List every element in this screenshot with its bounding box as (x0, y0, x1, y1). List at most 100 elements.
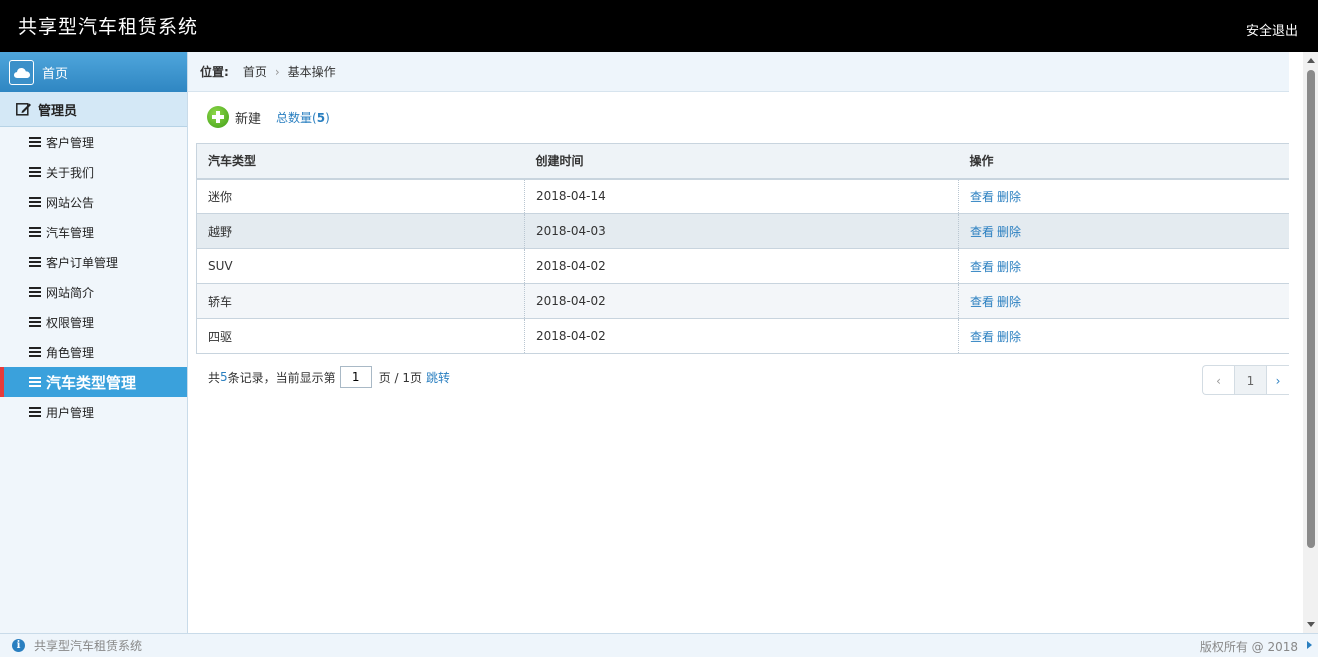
cell-date: 2018-04-02 (524, 248, 959, 284)
cell-actions: 查看 删除 (958, 318, 1289, 354)
view-link[interactable]: 查看 (970, 225, 994, 239)
page-button-1[interactable]: 1 (1235, 366, 1267, 394)
page-number-input[interactable] (339, 366, 372, 388)
sidebar-item-cars[interactable]: 汽车管理 (0, 217, 187, 247)
cell-date: 2018-04-14 (524, 178, 959, 214)
vertical-scrollbar[interactable] (1303, 52, 1318, 633)
footer-copyright: 版权所有 @ 2018 (1199, 640, 1298, 654)
sidebar-item-about[interactable]: 关于我们 (0, 157, 187, 187)
cell-type: 轿车 (196, 283, 525, 319)
cell-actions: 查看 删除 (958, 283, 1289, 319)
list-icon (29, 287, 41, 297)
total-count: 总数量(5) (276, 110, 330, 125)
list-icon (29, 227, 41, 237)
edit-icon (16, 103, 31, 116)
sidebar-item-label: 网站公告 (46, 195, 95, 210)
sidebar-item-label: 网站简介 (46, 285, 95, 300)
delete-link[interactable]: 删除 (997, 225, 1021, 239)
pager-current-prefix: 当前显示第 (275, 370, 336, 385)
pager-prefix: 共 (208, 370, 221, 385)
next-page-button[interactable]: › (1267, 366, 1289, 394)
cloud-icon (9, 59, 34, 85)
sidebar-group-admin[interactable]: 管理员 (0, 92, 187, 127)
pager-records-suffix: 条记录， (227, 370, 276, 385)
view-link[interactable]: 查看 (970, 260, 994, 274)
view-link[interactable]: 查看 (970, 190, 994, 204)
record-count: 5 (220, 370, 228, 384)
sidebar-menu: 客户管理 关于我们 网站公告 汽车管理 客户订单管理 网站简介 权限管理 角色管… (0, 127, 187, 427)
cell-type: 越野 (196, 213, 525, 249)
jump-link[interactable]: 跳转 (426, 369, 450, 386)
table-header-row: 汽车类型 创建时间 操作 (196, 143, 1289, 180)
sidebar-item-label: 汽车管理 (46, 225, 95, 240)
column-header-actions: 操作 (958, 143, 1289, 180)
sidebar-home[interactable]: 首页 (0, 52, 187, 92)
list-icon (29, 407, 41, 417)
logout-link[interactable]: 安全退出 (1246, 20, 1298, 39)
pager-info: 共5条记录， 当前显示第 页 / 1页 跳转 (208, 366, 450, 388)
table-row: 轿车 2018-04-02 查看 删除 (196, 283, 1289, 319)
sidebar-item-users[interactable]: 用户管理 (0, 397, 187, 427)
list-icon (29, 197, 41, 207)
arrow-right-icon[interactable] (1307, 641, 1312, 649)
cell-actions: 查看 删除 (958, 213, 1289, 249)
view-link[interactable]: 查看 (970, 330, 994, 344)
delete-link[interactable]: 删除 (997, 295, 1021, 309)
delete-link[interactable]: 删除 (997, 260, 1021, 274)
prev-page-button[interactable]: ‹ (1203, 366, 1235, 394)
toolbar: 新建 总数量(5) (207, 106, 330, 128)
table-row: 迷你 2018-04-14 查看 删除 (196, 178, 1289, 214)
pagination: ‹ 1 › (1202, 365, 1289, 395)
sidebar-item-car-types[interactable]: 汽车类型管理 (0, 367, 187, 397)
cell-actions: 查看 删除 (958, 178, 1289, 214)
app-title: 共享型汽车租赁系统 (18, 16, 199, 38)
table-row: SUV 2018-04-02 查看 删除 (196, 248, 1289, 284)
cell-date: 2018-04-02 (524, 318, 959, 354)
sidebar-item-notices[interactable]: 网站公告 (0, 187, 187, 217)
list-icon (29, 137, 41, 147)
delete-link[interactable]: 删除 (997, 330, 1021, 344)
info-icon: i (12, 639, 25, 652)
sidebar-item-label: 用户管理 (46, 405, 95, 420)
sidebar-item-label: 权限管理 (46, 315, 95, 330)
table-row: 四驱 2018-04-02 查看 删除 (196, 318, 1289, 354)
view-link[interactable]: 查看 (970, 295, 994, 309)
sidebar-item-site-intro[interactable]: 网站简介 (0, 277, 187, 307)
sidebar-item-label: 汽车类型管理 (46, 373, 137, 392)
cell-actions: 查看 删除 (958, 248, 1289, 284)
breadcrumb-home[interactable]: 首页 (243, 63, 267, 80)
add-button[interactable]: 新建 (207, 106, 276, 128)
main-content: 位置: 首页 › 基本操作 新建 总数量(5) 汽车类型 创建时间 操作 迷你 … (188, 52, 1289, 633)
scroll-down-arrow-icon[interactable] (1307, 622, 1315, 627)
sidebar: 首页 管理员 客户管理 关于我们 网站公告 汽车管理 客户订单管理 网站简介 权… (0, 52, 188, 633)
sidebar-item-label: 关于我们 (46, 165, 95, 180)
cell-date: 2018-04-03 (524, 213, 959, 249)
sidebar-item-label: 客户管理 (46, 135, 95, 150)
breadcrumb-current: 基本操作 (287, 65, 336, 79)
sidebar-item-roles[interactable]: 角色管理 (0, 337, 187, 367)
breadcrumb: 位置: 首页 › 基本操作 (188, 52, 1289, 92)
sidebar-item-customers[interactable]: 客户管理 (0, 127, 187, 157)
scroll-up-arrow-icon[interactable] (1307, 58, 1315, 63)
add-button-label: 新建 (235, 111, 262, 127)
sidebar-item-orders[interactable]: 客户订单管理 (0, 247, 187, 277)
pager-page-suffix: 页 / 1页 (378, 370, 422, 385)
delete-link[interactable]: 删除 (997, 190, 1021, 204)
list-icon (29, 347, 41, 357)
sidebar-item-label: 角色管理 (46, 345, 95, 360)
cell-date: 2018-04-02 (524, 283, 959, 319)
sidebar-item-permissions[interactable]: 权限管理 (0, 307, 187, 337)
breadcrumb-label: 位置: (200, 65, 229, 79)
footer-app-name: 共享型汽车租赁系统 (34, 639, 143, 653)
scrollbar-thumb[interactable] (1307, 70, 1315, 548)
cell-type: 四驱 (196, 318, 525, 354)
cell-type: SUV (196, 248, 525, 284)
footer: i 共享型汽车租赁系统 版权所有 @ 2018 (0, 633, 1318, 657)
car-type-table: 汽车类型 创建时间 操作 迷你 2018-04-14 查看 删除 越野 2018-… (196, 143, 1289, 354)
list-icon (29, 317, 41, 327)
sidebar-home-label: 首页 (42, 66, 69, 82)
list-icon (29, 257, 41, 267)
list-icon (29, 377, 41, 387)
column-header-created: 创建时间 (524, 143, 959, 180)
table-row: 越野 2018-04-03 查看 删除 (196, 213, 1289, 249)
